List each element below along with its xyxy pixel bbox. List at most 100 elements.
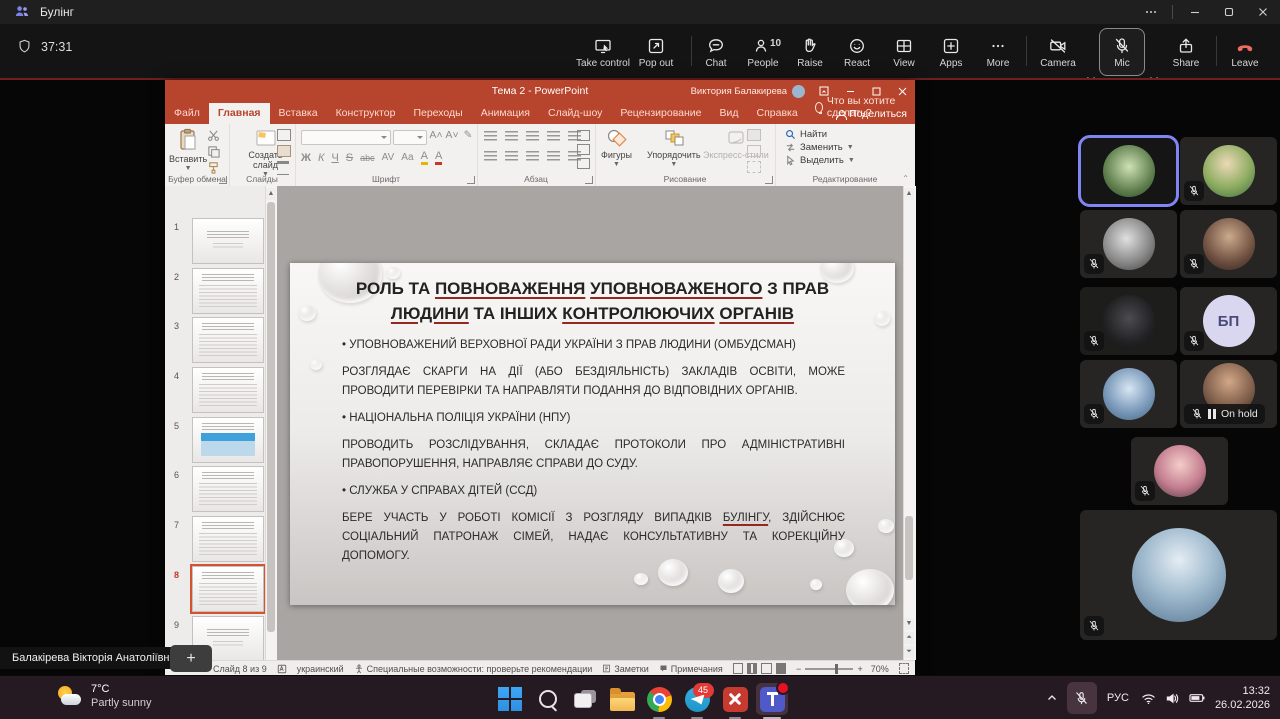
clipboard-dialog-launcher[interactable]	[219, 176, 227, 184]
ppt-account[interactable]: Виктория Балакирева	[691, 80, 805, 102]
align-text-button[interactable]	[577, 144, 590, 155]
chat-button[interactable]: Chat	[690, 30, 742, 74]
more-options-button[interactable]	[1134, 0, 1168, 24]
arrange-button[interactable]: Упорядочить ▼	[647, 128, 701, 167]
participant-tile-large[interactable]	[1080, 510, 1277, 640]
shrink-font-button[interactable]: А˅	[445, 129, 459, 141]
participant-tile[interactable]	[1180, 137, 1277, 205]
tab-design[interactable]: Конструктор	[327, 103, 405, 124]
tab-transitions[interactable]: Переходы	[404, 103, 471, 124]
more-button[interactable]: More	[972, 30, 1024, 74]
font-name-select[interactable]	[301, 130, 391, 145]
smartart-convert-button[interactable]	[577, 158, 590, 169]
strikethrough-button[interactable]: S	[346, 152, 353, 164]
paragraph-dialog-launcher[interactable]	[585, 176, 593, 184]
spellcheck-button[interactable]	[277, 664, 287, 674]
italic-button[interactable]: К	[318, 152, 324, 164]
slide-scrollbar[interactable]	[903, 186, 916, 660]
volume-icon[interactable]	[1165, 692, 1180, 705]
task-view-button[interactable]	[569, 683, 601, 715]
previous-slide-button[interactable]: ⏶	[904, 632, 914, 644]
maximize-button[interactable]	[1212, 0, 1246, 24]
section-button[interactable]	[277, 161, 289, 175]
next-slide-button[interactable]: ⏷	[904, 646, 914, 658]
close-button[interactable]	[1246, 0, 1280, 24]
tab-help[interactable]: Справка	[748, 103, 807, 124]
zoom-in-button[interactable]: +	[857, 664, 862, 674]
chrome-button[interactable]	[643, 683, 675, 715]
tab-review[interactable]: Рецензирование	[611, 103, 710, 124]
tab-animations[interactable]: Анимация	[472, 103, 539, 124]
reset-button[interactable]	[277, 145, 291, 157]
zoom-out-button[interactable]: −	[796, 664, 801, 674]
slide-thumbnail-2[interactable]	[192, 268, 264, 314]
slide-thumbnail-4[interactable]	[192, 367, 264, 413]
numbering-button[interactable]	[505, 131, 518, 141]
thumbnail-scroll-thumb[interactable]	[267, 202, 275, 632]
battery-icon[interactable]	[1189, 692, 1206, 704]
shapes-button[interactable]: Фигуры ▼	[601, 128, 632, 167]
camera-button[interactable]: Camera	[1032, 30, 1084, 74]
align-center-button[interactable]	[505, 151, 518, 161]
pop-out-button[interactable]: Pop out	[630, 30, 682, 74]
drawing-dialog-launcher[interactable]	[765, 176, 773, 184]
collapse-ribbon-button[interactable]: ⌃	[902, 174, 909, 183]
leave-button[interactable]: Leave	[1219, 30, 1271, 74]
reading-view-button[interactable]	[761, 663, 771, 674]
accessibility-checker[interactable]: Специальные возможности: проверьте реком…	[354, 664, 593, 674]
replace-button[interactable]: Заменить ▼	[785, 142, 855, 153]
slide-thumbnail-1[interactable]	[192, 218, 264, 264]
participant-tile[interactable]	[1080, 287, 1177, 355]
tab-home[interactable]: Главная	[209, 103, 270, 124]
shape-fill-button[interactable]	[747, 129, 761, 141]
wifi-icon[interactable]	[1141, 692, 1156, 705]
tray-mic-button[interactable]	[1067, 682, 1097, 714]
search-button[interactable]	[532, 683, 564, 715]
slide-thumbnail-6[interactable]	[192, 466, 264, 512]
start-button[interactable]	[494, 683, 526, 715]
participant-tile-initials[interactable]: БП	[1180, 287, 1277, 355]
take-control-button[interactable]: Take control	[577, 30, 629, 74]
justify-button[interactable]	[547, 151, 560, 161]
apps-button[interactable]: Apps	[925, 30, 977, 74]
text-direction-button[interactable]	[577, 130, 590, 141]
notes-button[interactable]: Заметки	[602, 664, 648, 674]
scroll-down-arrow[interactable]: ▼	[904, 618, 914, 630]
scroll-thumb[interactable]	[905, 516, 913, 580]
tab-insert[interactable]: Вставка	[270, 103, 327, 124]
proofing-language[interactable]: украинский	[297, 664, 344, 674]
comments-button[interactable]: Примечания	[659, 664, 723, 674]
find-button[interactable]: Найти	[785, 129, 855, 140]
participant-tile[interactable]	[1080, 210, 1177, 278]
shape-outline-button[interactable]	[747, 145, 761, 157]
participant-tile[interactable]	[1131, 437, 1228, 505]
thumbnail-scroll-up-arrow[interactable]: ▲	[266, 188, 276, 200]
bullets-button[interactable]	[484, 131, 497, 141]
bold-button[interactable]: Ж	[301, 152, 311, 164]
slide[interactable]: РОЛЬ ТА ПОВНОВАЖЕННЯ УПОВНОВАЖЕНОГО З ПР…	[290, 263, 895, 605]
tab-view[interactable]: Вид	[711, 103, 748, 124]
file-explorer-button[interactable]	[606, 683, 638, 715]
grow-font-button[interactable]: А˄	[429, 129, 443, 141]
clear-formatting-button[interactable]: ✎	[461, 129, 475, 141]
normal-view-button[interactable]	[733, 663, 743, 674]
font-dialog-launcher[interactable]	[467, 176, 475, 184]
share-button[interactable]: Share	[1160, 30, 1212, 74]
participant-tile-on-hold[interactable]: On hold	[1180, 360, 1277, 428]
fit-to-window-button[interactable]	[899, 663, 909, 674]
zoom-slider[interactable]	[805, 668, 853, 670]
mic-button[interactable]: Mic	[1099, 28, 1145, 76]
underline-button[interactable]: Ч	[331, 152, 338, 164]
pdf-app-button[interactable]	[719, 683, 751, 715]
react-button[interactable]: React	[831, 30, 883, 74]
weather-widget[interactable]: 7°C Partly sunny	[56, 683, 152, 711]
zoom-level[interactable]: 70%	[871, 664, 889, 674]
shape-effects-button[interactable]	[747, 161, 761, 173]
highlight-color-button[interactable]: А	[421, 150, 428, 165]
slide-thumbnail-8-selected[interactable]	[192, 566, 264, 612]
character-spacing-button[interactable]: AV	[382, 152, 395, 163]
change-case-button[interactable]: Аа	[401, 152, 413, 163]
telegram-button[interactable]: 45	[681, 683, 713, 715]
language-indicator[interactable]: РУС	[1107, 692, 1129, 704]
taskbar-clock[interactable]: 13:32 26.02.2026	[1215, 684, 1270, 713]
